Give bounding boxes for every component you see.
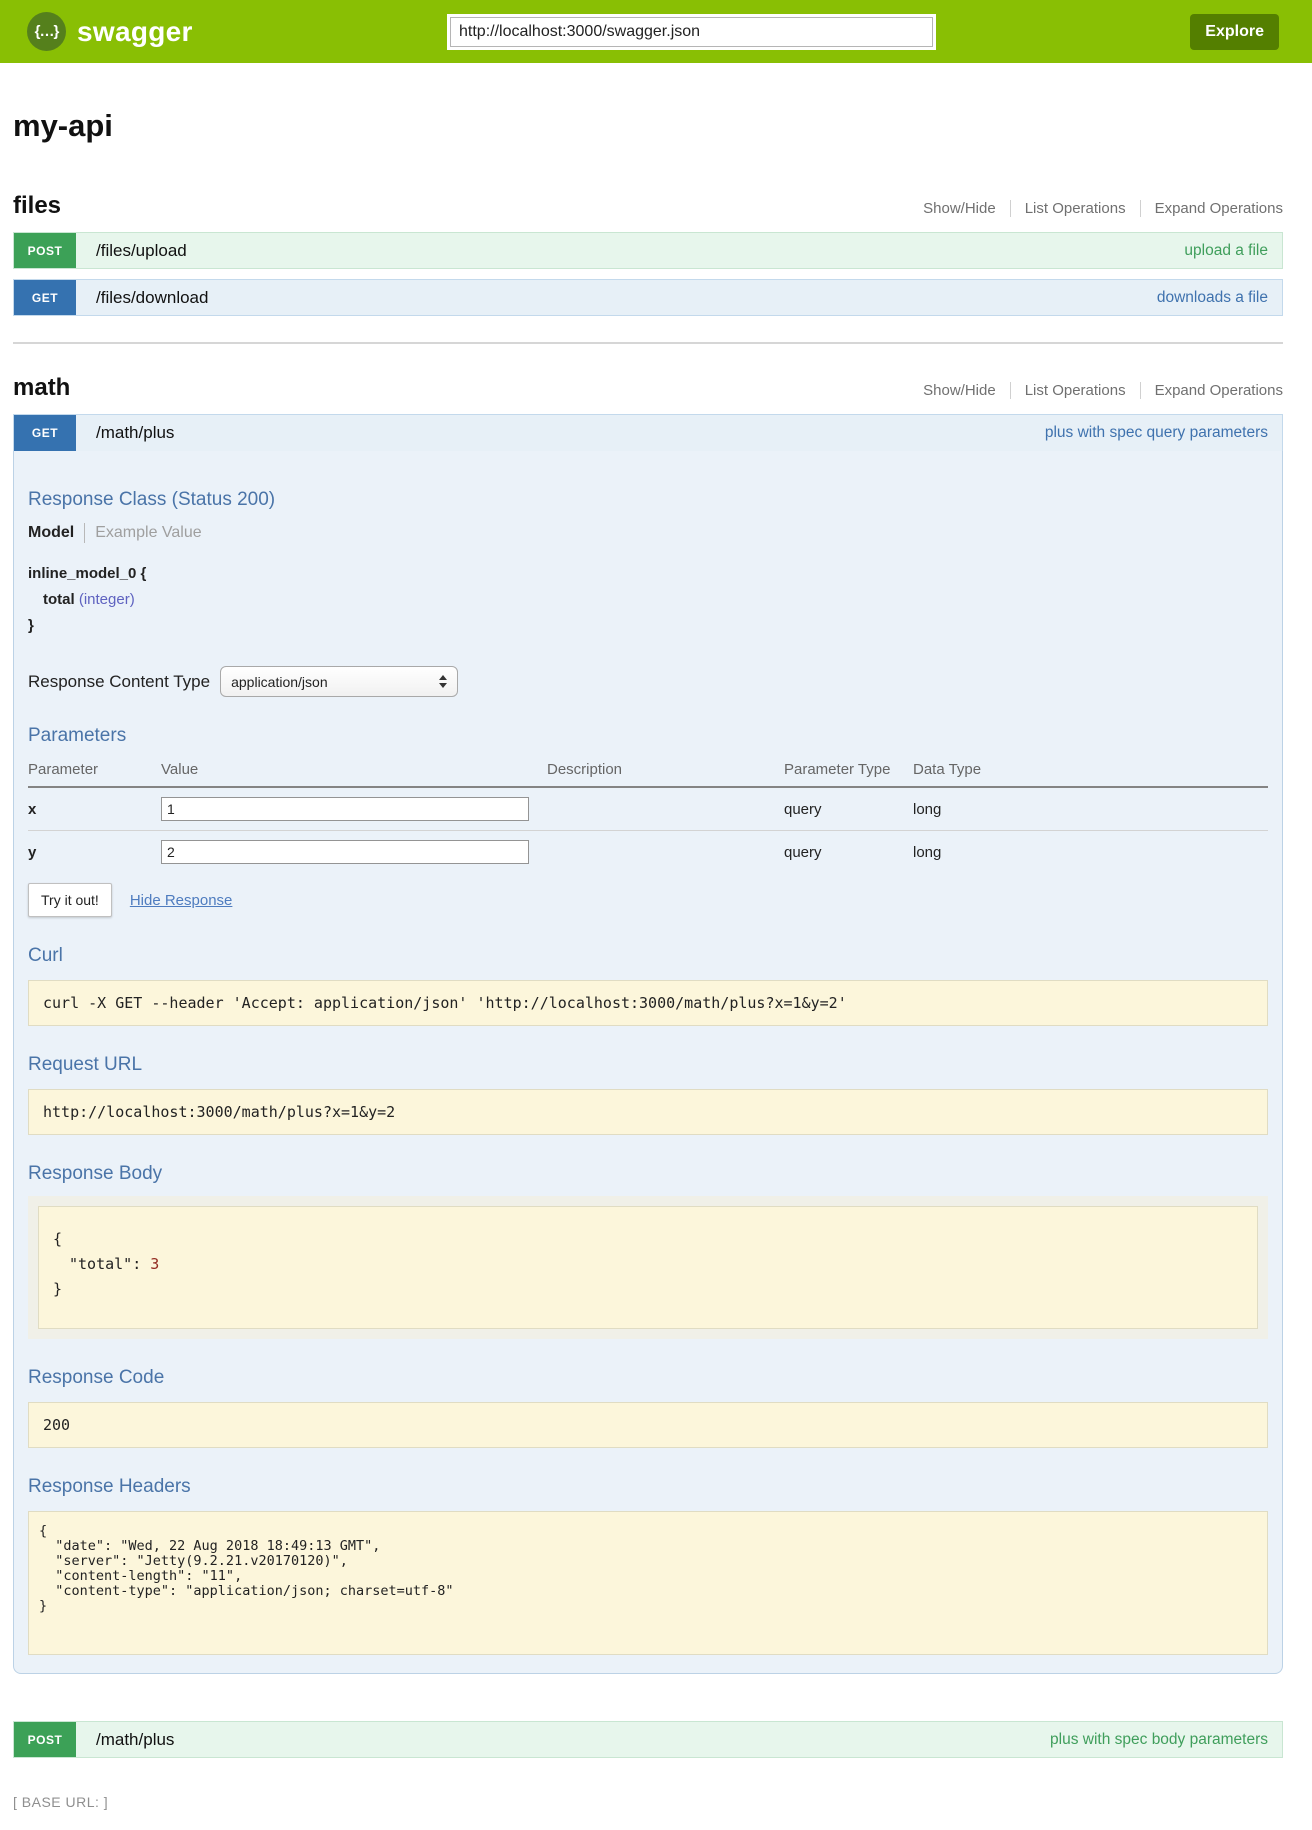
tab-example-value[interactable]: Example Value — [95, 524, 201, 542]
response-body-heading: Response Body — [28, 1163, 1268, 1185]
param-data-type-y: long — [913, 831, 1268, 874]
model-property-name: total — [43, 591, 75, 608]
param-data-type-x: long — [913, 787, 1268, 831]
explore-button[interactable]: Explore — [1190, 14, 1279, 50]
base-url-footer: [ BASE URL: ] — [13, 1794, 1283, 1810]
model-property: total (integer) — [43, 591, 1268, 608]
section-math-header: math Show/Hide List Operations Expand Op… — [13, 374, 1283, 402]
response-body-total-line: "total": 3 — [69, 1252, 1243, 1277]
param-input-x[interactable] — [161, 797, 529, 821]
tab-model[interactable]: Model — [28, 524, 74, 542]
select-arrows-icon — [439, 675, 447, 688]
op-summary-downloads-a-file[interactable]: downloads a file — [1157, 289, 1268, 307]
model-signature: inline_model_0 { total (integer) } — [28, 565, 1268, 634]
op-path-math-plus-post[interactable]: /math/plus — [96, 1730, 174, 1750]
response-headers-block: { "date": "Wed, 22 Aug 2018 18:49:13 GMT… — [28, 1511, 1268, 1655]
swagger-url-input[interactable] — [450, 17, 933, 47]
try-it-out-button[interactable]: Try it out! — [28, 883, 112, 917]
response-body-open-brace: { — [53, 1227, 1243, 1252]
op-heading-get-files-download[interactable]: GET /files/download downloads a file — [13, 279, 1283, 316]
parameters-table: Parameter Value Description Parameter Ty… — [28, 757, 1268, 873]
control-expand-operations[interactable]: Expand Operations — [1140, 200, 1283, 217]
response-headers-heading: Response Headers — [28, 1476, 1268, 1498]
response-body-key: "total": — [69, 1255, 141, 1273]
param-description-x — [547, 787, 784, 831]
op-row-post-files-upload: POST /files/upload upload a file — [13, 232, 1283, 269]
op-path-files-download[interactable]: /files/download — [96, 288, 208, 308]
response-body-value: 3 — [150, 1255, 159, 1273]
col-parameter-type: Parameter Type — [784, 757, 913, 787]
parameters-header-row: Parameter Value Description Parameter Ty… — [28, 757, 1268, 787]
page-title: my-api — [13, 108, 1283, 144]
param-input-y[interactable] — [161, 840, 529, 864]
control-show-hide[interactable]: Show/Hide — [909, 200, 1010, 217]
control-list-operations[interactable]: List Operations — [1010, 382, 1140, 399]
param-type-x: query — [784, 787, 913, 831]
param-name-x: x — [28, 787, 161, 831]
request-url-block: http://localhost:3000/math/plus?x=1&y=2 — [28, 1089, 1268, 1135]
section-title-files: files — [13, 192, 61, 220]
tab-separator — [84, 523, 85, 543]
response-code-block: 200 — [28, 1402, 1268, 1448]
section-controls-math: Show/Hide List Operations Expand Operati… — [909, 382, 1283, 399]
col-data-type: Data Type — [913, 757, 1268, 787]
try-it-out-row: Try it out! Hide Response — [28, 883, 1268, 917]
col-description: Description — [547, 757, 784, 787]
top-header: {…} swagger Explore — [0, 0, 1312, 63]
param-name-y: y — [28, 831, 161, 874]
section-files-header: files Show/Hide List Operations Expand O… — [13, 192, 1283, 220]
response-class-tabs: Model Example Value — [28, 523, 1268, 543]
swagger-logo-icon: {…} — [27, 12, 66, 51]
control-expand-operations[interactable]: Expand Operations — [1140, 382, 1283, 399]
method-badge-post: POST — [14, 233, 76, 268]
response-content-type-value: application/json — [231, 674, 328, 690]
op-summary-plus-query-params[interactable]: plus with spec query parameters — [1045, 424, 1268, 442]
brand-title: swagger — [77, 16, 193, 48]
swagger-url-input-wrap — [447, 14, 936, 50]
response-body-close-brace: } — [53, 1277, 1243, 1302]
curl-heading: Curl — [28, 945, 1268, 967]
swagger-brand[interactable]: {…} swagger — [27, 12, 193, 51]
response-body-json: { "total": 3 } — [38, 1206, 1258, 1329]
curl-command-block: curl -X GET --header 'Accept: applicatio… — [28, 980, 1268, 1026]
method-badge-post: POST — [14, 1722, 76, 1757]
control-list-operations[interactable]: List Operations — [1010, 200, 1140, 217]
param-type-y: query — [784, 831, 913, 874]
op-row-post-math-plus: POST /math/plus plus with spec body para… — [13, 1721, 1283, 1758]
op-heading-get-math-plus[interactable]: GET /math/plus plus with spec query para… — [13, 414, 1283, 451]
response-body-outer: { "total": 3 } — [28, 1196, 1268, 1339]
main-content: my-api files Show/Hide List Operations E… — [13, 108, 1283, 1810]
response-content-type-select[interactable]: application/json — [220, 666, 458, 697]
op-row-get-math-plus: GET /math/plus plus with spec query para… — [13, 414, 1283, 1674]
param-row-y: y query long — [28, 831, 1268, 874]
section-controls-files: Show/Hide List Operations Expand Operati… — [909, 200, 1283, 217]
operation-detail-panel: Response Class (Status 200) Model Exampl… — [13, 451, 1283, 1674]
hide-response-link[interactable]: Hide Response — [130, 892, 233, 909]
control-show-hide[interactable]: Show/Hide — [909, 382, 1010, 399]
response-content-type-label: Response Content Type — [28, 672, 210, 692]
response-content-type-row: Response Content Type application/json — [28, 666, 1268, 697]
op-heading-post-math-plus[interactable]: POST /math/plus plus with spec body para… — [13, 1721, 1283, 1758]
response-class-heading: Response Class (Status 200) — [28, 489, 1268, 511]
section-title-math: math — [13, 374, 70, 402]
col-value: Value — [161, 757, 547, 787]
param-row-x: x query long — [28, 787, 1268, 831]
method-badge-get: GET — [14, 280, 76, 315]
section-divider — [13, 342, 1283, 344]
model-property-type: (integer) — [79, 591, 135, 608]
response-code-heading: Response Code — [28, 1367, 1268, 1389]
op-summary-upload-a-file[interactable]: upload a file — [1184, 242, 1268, 260]
op-summary-plus-body-params[interactable]: plus with spec body parameters — [1050, 1731, 1268, 1749]
op-path-math-plus[interactable]: /math/plus — [96, 423, 174, 443]
col-parameter: Parameter — [28, 757, 161, 787]
model-close-brace: } — [28, 617, 1268, 634]
op-path-files-upload[interactable]: /files/upload — [96, 241, 187, 261]
request-url-heading: Request URL — [28, 1054, 1268, 1076]
op-row-get-files-download: GET /files/download downloads a file — [13, 279, 1283, 316]
model-open-brace: inline_model_0 { — [28, 565, 1268, 582]
parameters-heading: Parameters — [28, 725, 1268, 747]
method-badge-get: GET — [14, 415, 76, 451]
op-heading-post-files-upload[interactable]: POST /files/upload upload a file — [13, 232, 1283, 269]
param-description-y — [547, 831, 784, 874]
